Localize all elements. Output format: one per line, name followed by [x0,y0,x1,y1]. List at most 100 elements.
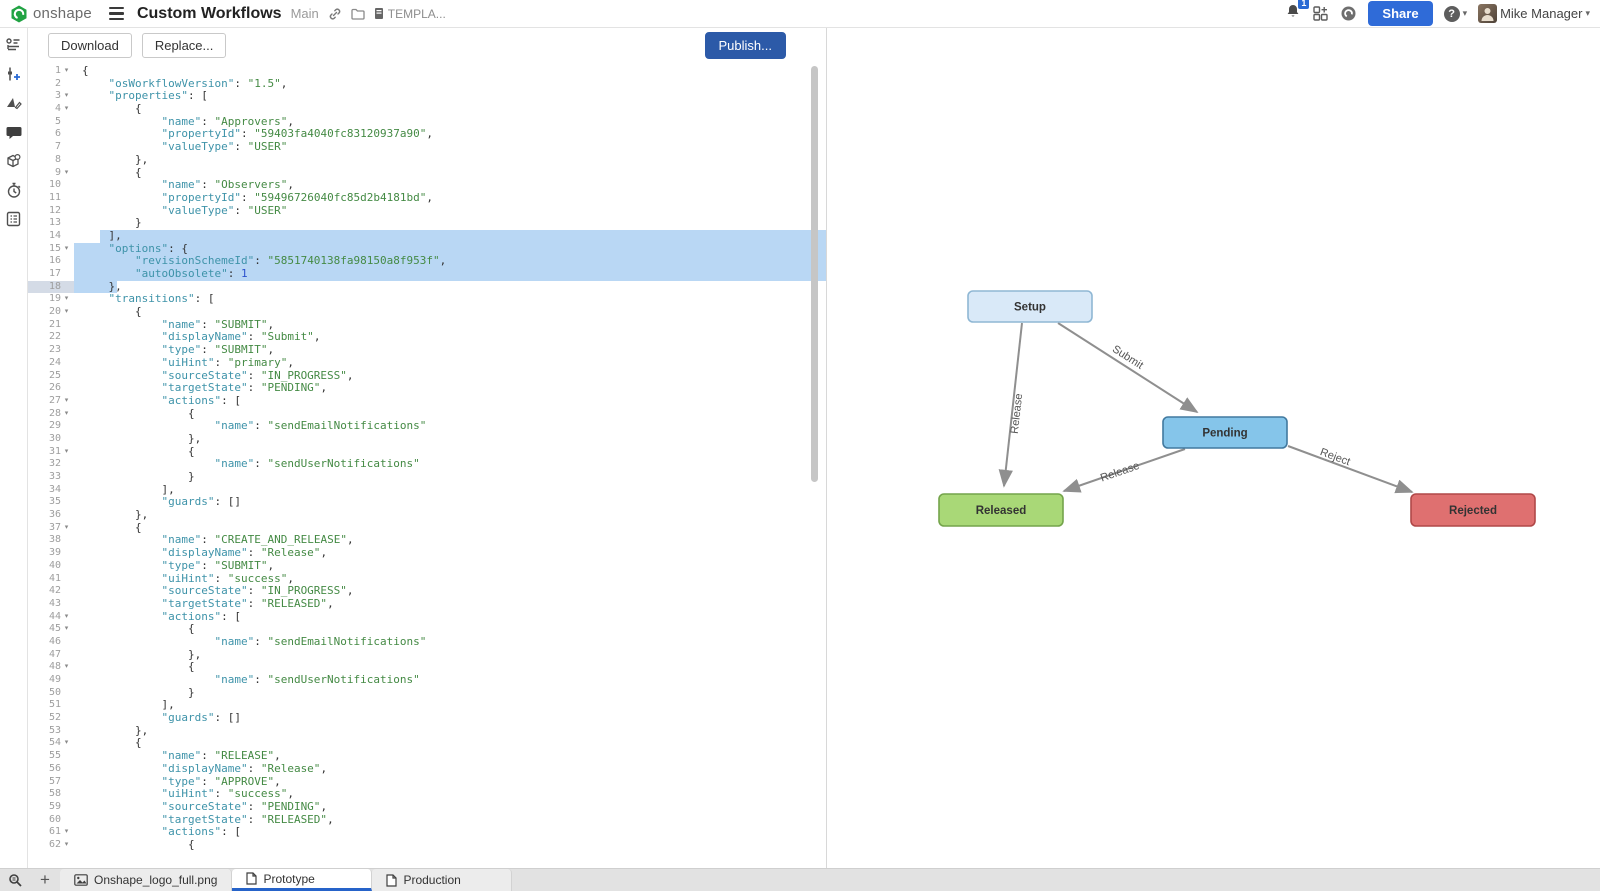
fold-arrow-icon[interactable]: ▾ [61,293,72,306]
fold-arrow-icon[interactable]: ▾ [61,395,72,408]
code-panel: Download Replace... Publish... 1▾{2 "osW… [28,28,827,868]
line-number: 12 [49,205,61,218]
fold-arrow-icon[interactable]: ▾ [61,826,72,839]
replace-button[interactable]: Replace... [142,33,227,58]
tab-production[interactable]: Production [372,869,512,891]
line-number: 27 [49,395,61,408]
tab-bar: + Onshape_logo_full.png Prototype Produc… [0,868,1600,891]
hamburger-icon[interactable] [109,7,124,20]
code-line: 3▾ "properties": [ [28,90,826,103]
line-number: 19 [49,293,61,306]
line-number: 32 [49,458,61,471]
tab-label: Onshape_logo_full.png [94,873,217,887]
publish-button[interactable]: Publish... [705,32,786,59]
appearance-icon[interactable] [5,94,23,112]
line-number: 50 [49,687,61,700]
avatar [1478,4,1497,23]
code-line: 12 "valueType": "USER" [28,205,826,218]
edge-label: Release [1099,460,1141,485]
tab-onshape-logo-png[interactable]: Onshape_logo_full.png [60,869,232,891]
code-line: 13 } [28,217,826,230]
editor-scrollbar[interactable] [810,62,818,868]
code-line: 23 "type": "SUBMIT", [28,344,826,357]
line-number: 62 [49,839,61,852]
code-line: 49 "name": "sendUserNotifications" [28,674,826,687]
line-number: 40 [49,560,61,573]
app-store-icon[interactable] [1312,5,1329,22]
code-line: 42 "sourceState": "IN_PROGRESS", [28,585,826,598]
tab-label: Prototype [263,872,314,886]
line-number: 28 [49,408,61,421]
search-tools-icon[interactable] [0,869,30,891]
fold-arrow-icon[interactable]: ▾ [61,623,72,636]
line-number: 49 [49,674,61,687]
fold-arrow-icon[interactable]: ▾ [61,103,72,116]
line-number: 47 [49,649,61,662]
link-icon[interactable] [328,7,342,21]
analysis-icon[interactable] [5,152,23,170]
fold-arrow-icon[interactable]: ▾ [61,167,72,180]
edge-pending-rejected [1288,446,1412,492]
history-icon[interactable] [5,181,23,199]
edge-label: Reject [1318,446,1351,468]
fold-arrow-icon[interactable]: ▾ [61,90,72,103]
code-line: 56 "displayName": "Release", [28,763,826,776]
help-menu[interactable]: ? ▾ [1444,6,1468,22]
line-number: 56 [49,763,61,776]
line-number: 2 [55,78,61,91]
code-line: 8 }, [28,154,826,167]
notifications-button[interactable]: 1 [1285,3,1301,24]
fold-arrow-icon[interactable]: ▾ [61,306,72,319]
line-number: 21 [49,319,61,332]
user-menu[interactable]: Mike Manager ▾ [1478,4,1590,23]
document-title[interactable]: Custom Workflows [137,5,282,23]
svg-text:Setup: Setup [1014,302,1046,314]
edge-label: Release [1009,393,1025,434]
add-tab-button[interactable]: + [30,869,60,891]
help-icon: ? [1444,6,1460,22]
fold-arrow-icon[interactable]: ▾ [61,446,72,459]
code-line: 27▾ "actions": [ [28,395,826,408]
folder-icon[interactable] [351,8,365,20]
node-pending: Pending [1163,417,1287,448]
insert-icon[interactable] [5,65,23,83]
workspace-label[interactable]: Main [291,6,319,21]
onshape-logo[interactable]: onshape [10,5,92,23]
code-line: 19▾ "transitions": [ [28,293,826,306]
left-tool-rail [0,28,28,868]
download-button[interactable]: Download [48,33,132,58]
fold-arrow-icon[interactable]: ▾ [61,408,72,421]
fold-arrow-icon[interactable]: ▾ [61,737,72,750]
line-number: 20 [49,306,61,319]
workflow-diagram: ReleaseSubmitReleaseRejectSetupPendingRe… [827,28,1599,868]
selection-highlight [100,230,826,243]
share-button[interactable]: Share [1368,1,1432,26]
line-number: 52 [49,712,61,725]
line-number: 48 [49,661,61,674]
node-setup: Setup [968,291,1092,322]
line-number: 60 [49,814,61,827]
fold-arrow-icon[interactable]: ▾ [61,661,72,674]
line-number: 44 [49,611,61,624]
line-number: 37 [49,522,61,535]
fold-arrow-icon[interactable]: ▾ [61,243,72,256]
fold-arrow-icon[interactable]: ▾ [61,611,72,624]
notes-icon[interactable] [5,210,23,228]
breadcrumb[interactable]: TEMPLA... [374,7,446,21]
line-number: 39 [49,547,61,560]
editor-scrollbar-thumb[interactable] [811,66,818,482]
release-management-icon[interactable] [5,36,23,54]
line-number: 35 [49,496,61,509]
tab-prototype[interactable]: Prototype [232,869,372,891]
svg-text:Released: Released [976,505,1027,517]
code-line: 24 "uiHint": "primary", [28,357,826,370]
logo-text: onshape [33,5,92,22]
line-number: 8 [55,154,61,167]
fold-arrow-icon[interactable]: ▾ [61,839,72,852]
code-line: 55 "name": "RELEASE", [28,750,826,763]
community-icon[interactable] [1340,5,1357,22]
code-editor[interactable]: 1▾{2 "osWorkflowVersion": "1.5",3▾ "prop… [28,62,826,868]
fold-arrow-icon[interactable]: ▾ [61,65,72,78]
comment-icon[interactable] [5,123,23,141]
fold-arrow-icon[interactable]: ▾ [61,522,72,535]
